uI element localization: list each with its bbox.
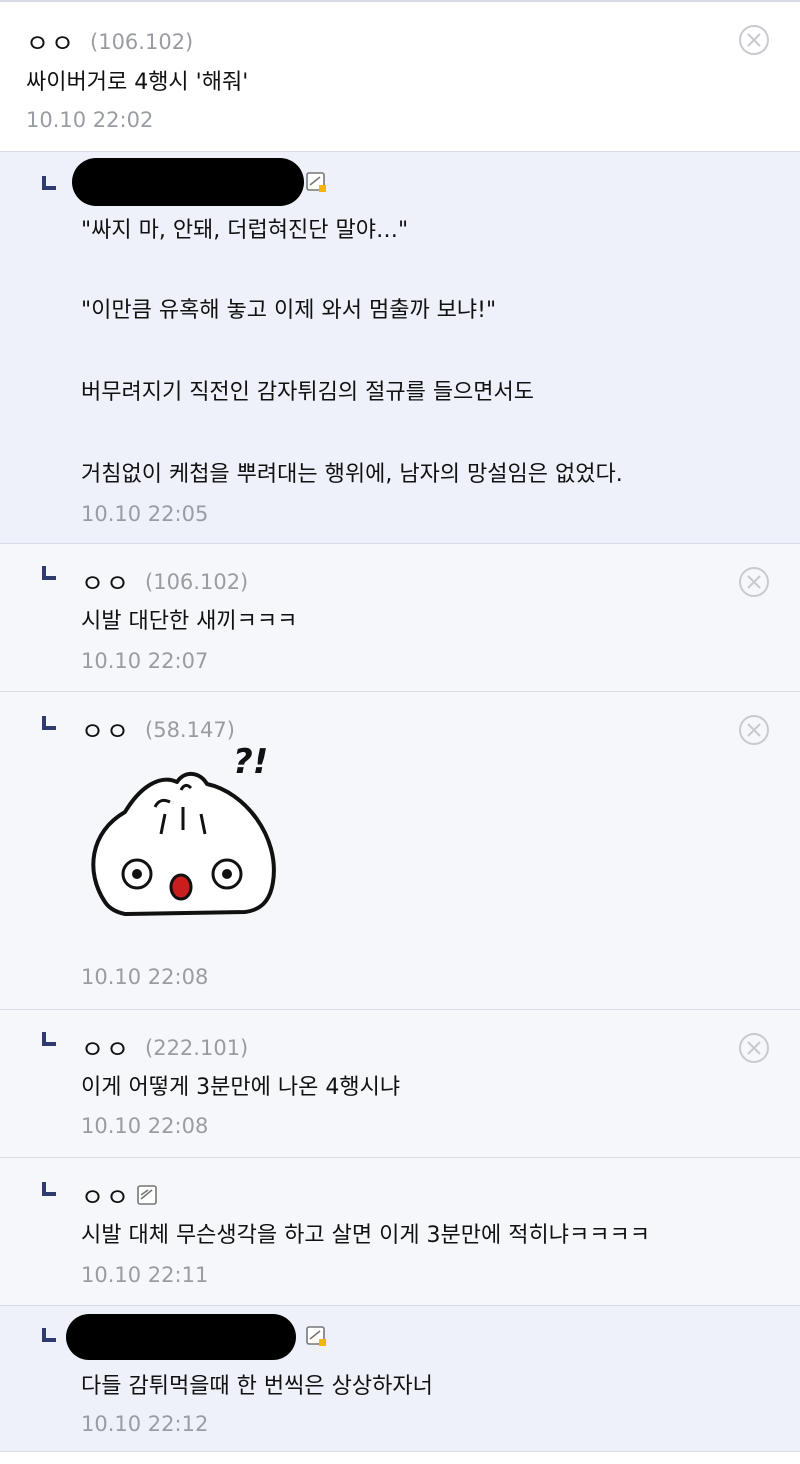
comment-date: 10.10 22:08 bbox=[81, 965, 209, 989]
comment-date: 10.10 22:12 bbox=[81, 1412, 209, 1436]
comment-reply: ㅇㅇ 시발 대체 무슨생각을 하고 살면 이게 3분만에 적히냐ㅋㅋㅋㅋ 10.… bbox=[0, 1158, 800, 1306]
comment-text-line: "이만큼 유혹해 놓고 이제 와서 멈출까 보냐!" bbox=[81, 298, 497, 323]
delete-button[interactable] bbox=[738, 24, 770, 56]
comment-date: 10.10 22:07 bbox=[81, 649, 209, 673]
comment-header: ㅇㅇ (58.147) bbox=[81, 712, 235, 748]
delete-button[interactable] bbox=[738, 1032, 770, 1064]
reply-corner-icon bbox=[42, 566, 56, 580]
comment-text-line: "싸지 마, 안돼, 더럽혀진단 말야…" bbox=[81, 218, 409, 243]
dumpling-sticker: ?! bbox=[85, 742, 285, 927]
member-badge-icon bbox=[137, 1185, 159, 1207]
ip-address: (106.102) bbox=[145, 570, 249, 594]
circle-x-icon bbox=[739, 567, 769, 597]
nickname[interactable]: ㅇㅇ bbox=[81, 712, 131, 748]
circle-x-icon bbox=[739, 715, 769, 745]
nickname[interactable]: ㅇㅇ bbox=[26, 24, 76, 60]
comment-date: 10.10 22:02 bbox=[26, 108, 154, 132]
delete-button[interactable] bbox=[738, 714, 770, 746]
delete-button[interactable] bbox=[738, 566, 770, 598]
comment-text: 이게 어떻게 3분만에 나온 4행시냐 bbox=[81, 1075, 401, 1100]
ip-address: (58.147) bbox=[145, 718, 235, 742]
comment-reply: 다들 감튀먹을때 한 번씩은 상상하자너 10.10 22:12 bbox=[0, 1306, 800, 1452]
circle-x-icon bbox=[739, 1033, 769, 1063]
comment-text: 시발 대체 무슨생각을 하고 살면 이게 3분만에 적히냐ㅋㅋㅋㅋ bbox=[81, 1223, 650, 1248]
reply-corner-icon bbox=[42, 716, 56, 730]
comment-text: 싸이버거로 4행시 '해줘' bbox=[26, 70, 249, 95]
ip-address: (106.102) bbox=[90, 30, 194, 54]
nickname[interactable]: ㅇㅇ bbox=[81, 1178, 131, 1214]
redacted-nickname bbox=[72, 158, 304, 206]
comment-header: ㅇㅇ (106.102) bbox=[81, 564, 248, 600]
comment-date: 10.10 22:11 bbox=[81, 1263, 209, 1287]
comment-text: 시발 대단한 새끼ㅋㅋㅋ bbox=[81, 609, 298, 634]
member-badge-icon bbox=[306, 172, 328, 194]
comment-header: ㅇㅇ (106.102) bbox=[26, 24, 193, 60]
comment-header: ㅇㅇ (222.101) bbox=[81, 1030, 248, 1066]
reply-corner-icon bbox=[42, 1328, 56, 1342]
nickname[interactable]: ㅇㅇ bbox=[81, 564, 131, 600]
comment-date: 10.10 22:05 bbox=[81, 502, 209, 526]
comment-text: 다들 감튀먹을때 한 번씩은 상상하자너 bbox=[81, 1374, 433, 1399]
ip-address: (222.101) bbox=[145, 1036, 249, 1060]
redacted-nickname bbox=[66, 1314, 296, 1360]
sticker-exclaim: ?! bbox=[233, 742, 269, 782]
nickname[interactable]: ㅇㅇ bbox=[81, 1030, 131, 1066]
comment-item: ㅇㅇ (106.102) 싸이버거로 4행시 '해줘' 10.10 22:02 bbox=[0, 2, 800, 152]
comment-text-line: 버무려지기 직전인 감자튀김의 절규를 들으면서도 bbox=[81, 380, 535, 405]
comment-reply: ㅇㅇ (106.102) 시발 대단한 새끼ㅋㅋㅋ 10.10 22:07 bbox=[0, 544, 800, 692]
comment-header: ㅇㅇ bbox=[81, 1178, 159, 1214]
member-badge-icon bbox=[306, 1326, 328, 1348]
comment-date: 10.10 22:08 bbox=[81, 1114, 209, 1138]
circle-x-icon bbox=[739, 25, 769, 55]
comment-reply: ㅇㅇ (58.147) ?! 10.10 22:08 bbox=[0, 692, 800, 1010]
comment-reply: "싸지 마, 안돼, 더럽혀진단 말야…" "이만큼 유혹해 놓고 이제 와서 … bbox=[0, 152, 800, 544]
reply-corner-icon bbox=[42, 176, 56, 190]
reply-corner-icon bbox=[42, 1182, 56, 1196]
reply-corner-icon bbox=[42, 1032, 56, 1046]
comment-reply: ㅇㅇ (222.101) 이게 어떻게 3분만에 나온 4행시냐 10.10 2… bbox=[0, 1010, 800, 1158]
comment-text-line: 거침없이 케첩을 뿌려대는 행위에, 남자의 망설임은 없었다. bbox=[81, 462, 623, 487]
comment-list: ㅇㅇ (106.102) 싸이버거로 4행시 '해줘' 10.10 22:02 … bbox=[0, 0, 800, 1464]
